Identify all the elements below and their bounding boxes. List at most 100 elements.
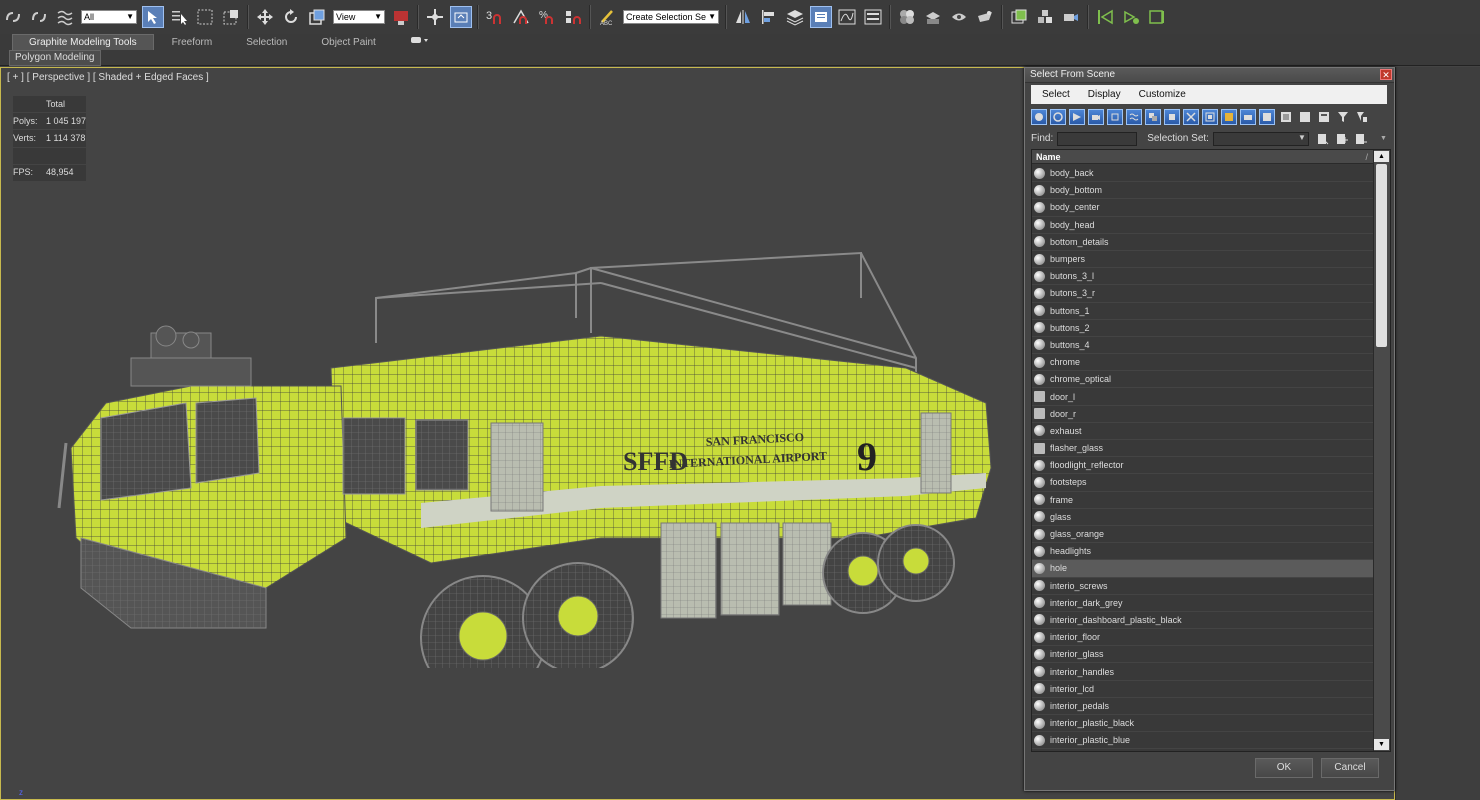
list-item[interactable]: interio_screws <box>1032 577 1374 595</box>
list-item[interactable]: chrome_optical <box>1032 371 1374 389</box>
scene-explorer-icon[interactable] <box>810 6 832 28</box>
list-item[interactable]: chrome <box>1032 354 1374 372</box>
add-to-selection-set-icon[interactable] <box>1334 131 1350 147</box>
scroll-up-icon[interactable]: ▲ <box>1374 151 1389 162</box>
filter-options-icon[interactable] <box>1354 109 1370 125</box>
motion-trail-icon[interactable] <box>1120 6 1142 28</box>
display-hidden-icon[interactable] <box>1240 109 1256 125</box>
list-item[interactable]: body_head <box>1032 216 1374 234</box>
objects-cluster-icon[interactable] <box>1034 6 1056 28</box>
list-item[interactable]: interior_pedals <box>1032 697 1374 715</box>
list-item[interactable]: door_r <box>1032 405 1374 423</box>
select-object-icon[interactable] <box>142 6 164 28</box>
dropdown-arrow-icon[interactable]: ▼ <box>1380 135 1387 142</box>
list-item[interactable]: body_back <box>1032 165 1374 183</box>
list-item[interactable]: interior_dashboard_plastic_black <box>1032 611 1374 630</box>
display-cameras-icon[interactable] <box>1088 109 1104 125</box>
command-panel[interactable] <box>1395 67 1480 800</box>
unlink-icon[interactable] <box>28 6 50 28</box>
set-key-icon[interactable] <box>1146 6 1168 28</box>
list-item[interactable]: interior_dark_grey <box>1032 594 1374 612</box>
list-item[interactable]: body_bottom <box>1032 182 1374 200</box>
list-item[interactable]: interior_handles <box>1032 663 1374 681</box>
scale-icon[interactable] <box>306 6 328 28</box>
select-all-icon[interactable] <box>1278 109 1294 125</box>
display-shapes-icon[interactable] <box>1050 109 1066 125</box>
menu-display[interactable]: Display <box>1077 89 1128 100</box>
spinner-snap-icon[interactable] <box>562 6 584 28</box>
list-item[interactable]: frame <box>1032 491 1374 509</box>
list-item[interactable]: buttons_2 <box>1032 319 1374 337</box>
list-item[interactable]: flasher_glass <box>1032 440 1374 458</box>
find-input[interactable] <box>1057 131 1138 146</box>
list-item[interactable]: interior_glass <box>1032 646 1374 664</box>
selection-filter-dropdown[interactable]: All ▼ <box>81 10 137 24</box>
bind-space-warp-icon[interactable] <box>54 6 76 28</box>
ok-button[interactable]: OK <box>1255 758 1313 778</box>
material-editor-icon[interactable] <box>896 6 918 28</box>
layer-manager-icon[interactable] <box>784 6 806 28</box>
reference-coordinate-dropdown[interactable]: View ▼ <box>333 10 385 24</box>
select-invert-icon[interactable] <box>1316 109 1332 125</box>
list-item[interactable]: interior_plastic_blue <box>1032 732 1374 750</box>
select-and-link-icon[interactable] <box>2 6 24 28</box>
rendered-frame-window-icon[interactable] <box>948 6 970 28</box>
list-item[interactable]: floodlight_reflector <box>1032 457 1374 475</box>
render-production-icon[interactable] <box>974 6 996 28</box>
list-item[interactable]: glass_orange <box>1032 525 1374 544</box>
select-none-icon[interactable] <box>1297 109 1313 125</box>
ribbon-options-icon[interactable] <box>394 35 446 50</box>
menu-select[interactable]: Select <box>1031 89 1077 100</box>
tab-graphite-modeling-tools[interactable]: Graphite Modeling Tools <box>12 34 154 50</box>
close-icon[interactable]: ✕ <box>1380 69 1392 80</box>
display-containers-icon[interactable] <box>1202 109 1218 125</box>
display-lights-icon[interactable] <box>1069 109 1085 125</box>
key-mode-icon[interactable] <box>1094 6 1116 28</box>
list-item[interactable]: interior_lcd <box>1032 680 1374 698</box>
cancel-button[interactable]: Cancel <box>1321 758 1379 778</box>
display-helpers-icon[interactable] <box>1107 109 1123 125</box>
list-item[interactable]: glass <box>1032 508 1374 526</box>
align-icon[interactable] <box>758 6 780 28</box>
list-item[interactable]: exhaust <box>1032 422 1374 440</box>
pivot-center-icon[interactable] <box>390 6 412 28</box>
menu-customize[interactable]: Customize <box>1128 89 1193 100</box>
angle-snap-icon[interactable] <box>510 6 532 28</box>
list-item[interactable]: interior_floor <box>1032 629 1374 647</box>
rotate-icon[interactable] <box>280 6 302 28</box>
window-crossing-icon[interactable] <box>220 6 242 28</box>
camera-icon[interactable] <box>1060 6 1082 28</box>
name-column-header[interactable]: Name / <box>1032 150 1374 164</box>
tab-object-paint[interactable]: Object Paint <box>305 35 391 50</box>
snaps-toggle-icon[interactable]: 3 <box>484 6 506 28</box>
display-bones-icon[interactable] <box>1183 109 1199 125</box>
list-item[interactable]: interior_plastic_dashboard <box>1032 749 1374 751</box>
display-groups-icon[interactable] <box>1145 109 1161 125</box>
display-geometry-icon[interactable] <box>1031 109 1047 125</box>
list-item[interactable]: butons_3_l <box>1032 268 1374 286</box>
tab-freeform[interactable]: Freeform <box>156 35 229 50</box>
list-scrollbar[interactable]: ▲ ▼ <box>1373 150 1390 751</box>
filter-icon[interactable] <box>1335 109 1351 125</box>
display-all-icon[interactable] <box>1259 109 1275 125</box>
edit-named-selection-icon[interactable]: ABC <box>596 6 618 28</box>
render-setup-icon[interactable] <box>922 6 944 28</box>
scene-object-list[interactable]: Name / body_back body_bottom body_center bo… <box>1031 149 1391 752</box>
select-by-name-icon[interactable] <box>168 6 190 28</box>
rectangular-selection-icon[interactable] <box>194 6 216 28</box>
move-icon[interactable] <box>254 6 276 28</box>
fire-truck-model[interactable]: SFFD SAN FRANCISCO INTERNATIONAL AIRPORT… <box>1 68 1021 668</box>
list-item[interactable]: buttons_1 <box>1032 302 1374 320</box>
mirror-icon[interactable] <box>732 6 754 28</box>
create-selection-set-icon[interactable] <box>1315 131 1331 147</box>
list-item[interactable]: buttons_4 <box>1032 336 1374 355</box>
list-item[interactable]: headlights <box>1032 543 1374 561</box>
list-item[interactable]: footsteps <box>1032 474 1374 492</box>
display-xrefs-icon[interactable] <box>1164 109 1180 125</box>
list-item[interactable]: bumpers <box>1032 250 1374 269</box>
list-item[interactable]: interior_plastic_black <box>1032 715 1374 733</box>
selection-set-dropdown[interactable]: ▼ <box>1212 131 1309 146</box>
keyboard-shortcut-override-icon[interactable] <box>450 6 472 28</box>
list-item[interactable]: bottom_details <box>1032 233 1374 251</box>
select-manipulate-icon[interactable] <box>424 6 446 28</box>
